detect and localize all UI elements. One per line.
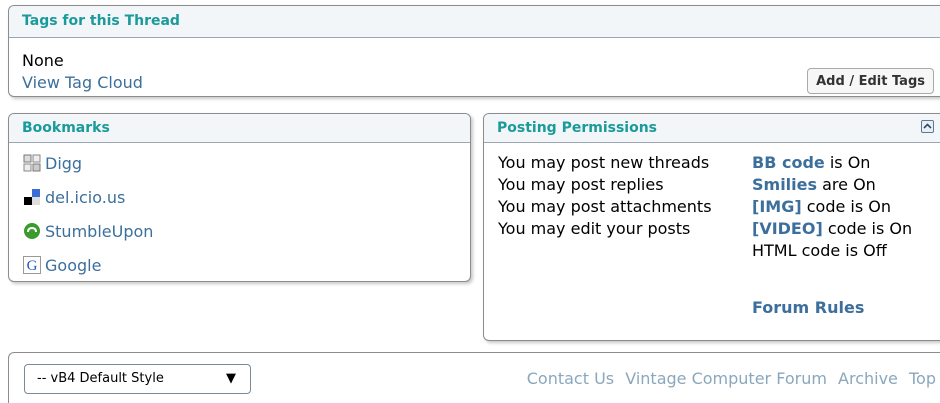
smilies-permission: Smilies are On [752,175,876,194]
permission-item: You may post new threads [498,153,710,172]
top-link[interactable]: Top [909,369,936,388]
permission-item: You may edit your posts [498,219,691,238]
video-link[interactable]: [VIDEO] [752,219,823,238]
bookmark-delicious[interactable]: del.icio.us [23,180,153,214]
collapse-icon[interactable] [921,120,934,133]
tags-header: Tags for this Thread [9,6,940,38]
html-permission: HTML code is Off [752,241,887,260]
digg-icon [23,154,41,172]
permissions-header: Posting Permissions [484,114,940,143]
forum-home-link[interactable]: Vintage Computer Forum [625,369,827,388]
img-link[interactable]: [IMG] [752,197,802,216]
posting-permissions-block: Posting Permissions You may post new thr… [483,113,940,341]
bookmark-digg[interactable]: Digg [23,146,153,180]
archive-link[interactable]: Archive [838,369,898,388]
google-icon: G [23,256,41,274]
bbcode-permission: BB code is On [752,153,871,172]
bookmarks-header: Bookmarks [9,114,470,143]
add-edit-tags-button[interactable]: Add / Edit Tags [807,68,934,94]
style-select-value: -- vB4 Default Style [37,371,164,386]
bookmarks-block: Bookmarks Digg del.icio.us StumbleUpon G… [8,113,471,282]
bookmark-label[interactable]: del.icio.us [45,188,125,207]
smilies-link[interactable]: Smilies [752,175,817,194]
bookmark-label[interactable]: Google [45,256,101,275]
bookmark-list: Digg del.icio.us StumbleUpon G Google [23,146,153,281]
forum-rules-link[interactable]: Forum Rules [752,298,864,317]
dropdown-arrow-icon: ▼ [226,371,236,386]
footer-links: Contact Us Vintage Computer Forum Archiv… [521,369,936,388]
bookmark-stumbleupon[interactable]: StumbleUpon [23,214,153,248]
bookmark-label[interactable]: Digg [45,154,82,173]
bbcode-link[interactable]: BB code [752,153,825,172]
view-tag-cloud-link[interactable]: View Tag Cloud [22,73,143,92]
footer: -- vB4 Default Style ▼ Contact Us Vintag… [8,352,940,403]
permission-item: You may post attachments [498,197,712,216]
tags-block: Tags for this Thread None View Tag Cloud… [8,5,940,97]
img-permission: [IMG] code is On [752,197,891,216]
stumbleupon-icon [23,222,41,240]
permission-item: You may post replies [498,175,664,194]
code-permissions: BB code is On Smilies are On [IMG] code … [752,152,912,262]
bookmark-google[interactable]: G Google [23,248,153,281]
bookmark-label[interactable]: StumbleUpon [45,222,153,241]
style-select[interactable]: -- vB4 Default Style ▼ [24,364,251,394]
video-permission: [VIDEO] code is On [752,219,913,238]
tags-none-text: None [22,51,64,70]
delicious-icon [23,188,41,206]
svg-text:G: G [27,258,38,274]
permissions-title: Posting Permissions [497,120,657,136]
permission-list: You may post new threads You may post re… [498,152,712,240]
contact-us-link[interactable]: Contact Us [527,369,614,388]
